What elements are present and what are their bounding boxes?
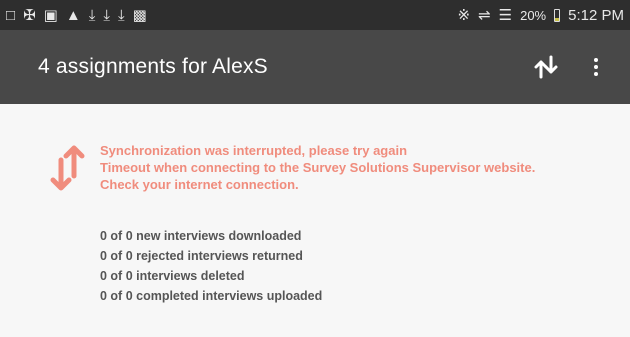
error-line: Timeout when connecting to the Survey So… [100,160,536,175]
sync-error-icon [50,145,85,191]
download-icon: ⤓ [117,6,125,24]
sync-button[interactable] [532,53,560,81]
sync-icon [534,55,558,79]
sync-result-panel: Synchronization was interrupted, please … [0,104,630,337]
download-icon: ⤓ [88,6,96,24]
download-icon: ⤓ [103,6,110,24]
mute-icon: ⇌ [478,6,491,24]
battery-icon [554,8,561,22]
stat-downloaded: 0 of 0 new interviews downloaded [100,229,302,243]
status-bar: □ ✠ ▣ ▲ ⤓ ⤓ ⤓ ▩ ※ ⇌ ☰ 20% 5:12 PM [0,0,630,30]
app-bar: 4 assignments for AlexS [0,30,630,104]
battery-percentage: 20% [520,7,547,23]
stat-uploaded: 0 of 0 completed interviews uploaded [100,289,323,303]
clock: 5:12 PM [568,6,624,24]
briefcase-icon: ▩ [132,6,147,24]
status-bar-notifications: □ ✠ ▣ ▲ ⤓ ⤓ ⤓ ▩ [6,8,147,23]
bluetooth-icon: ※ [457,6,471,24]
more-options-button[interactable] [582,53,610,81]
page-title: 4 assignments for AlexS [38,55,268,78]
stat-rejected-returned: 0 of 0 rejected interviews returned [100,249,303,263]
status-bar-system: ※ ⇌ ☰ 20% 5:12 PM [457,7,624,24]
image-icon: ▣ [43,6,58,24]
sync-error-message: Synchronization was interrupted, please … [100,142,535,193]
wifi-icon: ☰ [498,6,513,24]
error-line: Synchronization was interrupted, please … [100,143,408,158]
stat-deleted: 0 of 0 interviews deleted [100,269,245,283]
shield-icon: ✠ [23,6,36,24]
screen-icon: □ [6,6,16,24]
warning-icon: ▲ [65,6,81,24]
more-vert-icon [594,58,598,76]
sync-stats: 0 of 0 new interviews downloaded 0 of 0 … [100,226,322,306]
error-line: Check your internet connection. [100,177,299,192]
